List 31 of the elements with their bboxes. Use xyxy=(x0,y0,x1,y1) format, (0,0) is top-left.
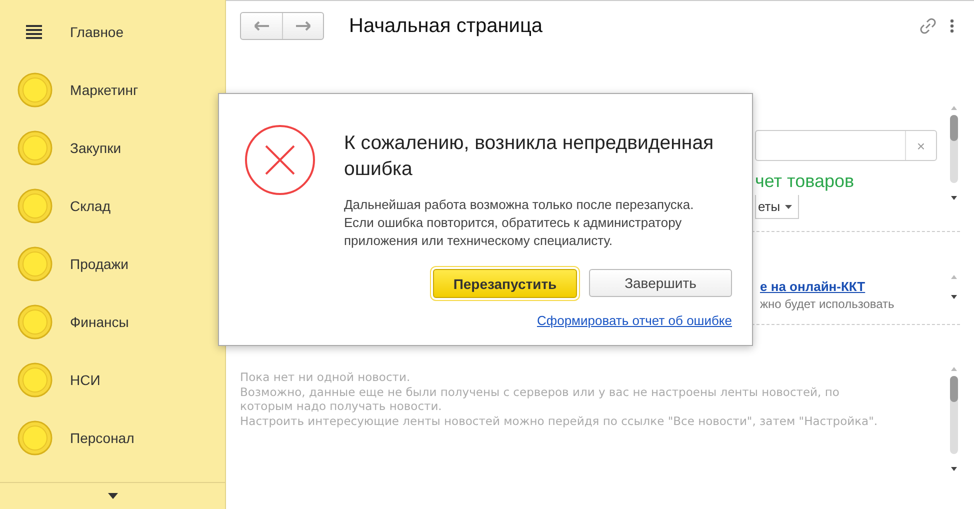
dialog-title: К сожалению, возникла непредвиденная ошибка xyxy=(344,131,715,182)
description-text: жно будет использовать xyxy=(760,297,896,311)
error-icon xyxy=(244,124,316,196)
caret-icon xyxy=(785,204,792,208)
sidebar-item[interactable]: НСИ xyxy=(0,351,225,409)
sidebar-item[interactable]: Закупки xyxy=(0,119,225,177)
sidebar-item[interactable]: Склад xyxy=(0,177,225,235)
sidebar-item[interactable]: Персонал xyxy=(0,409,225,467)
report-link[interactable]: Сформировать отчет об ошибке xyxy=(537,313,732,328)
finish-button[interactable]: Завершить xyxy=(589,269,732,297)
sidebar-item[interactable]: Продажи xyxy=(0,235,225,293)
section-icon xyxy=(17,420,53,456)
section-icon xyxy=(17,246,53,282)
left-arrow-icon xyxy=(254,21,270,31)
section-icon xyxy=(17,362,53,398)
dropdown-button[interactable]: еты xyxy=(755,195,800,219)
page-title: Начальная страница xyxy=(349,14,544,38)
sidebar-item[interactable]: Главное xyxy=(0,3,225,61)
sidebar-item[interactable]: Финансы xyxy=(0,293,225,351)
section-icon xyxy=(17,130,53,166)
dialog-message: Дальнейшая работа возможна только после перезапуска. Если ошибка повторится, обратитесь к администратору приложения или техническому специалисту. xyxy=(344,196,695,250)
news-message: Пока нет ни одной новости. Возможно, данные еще не были получены с серверов или у вас не настроены ленты новостей, по которым надо получать новости. Настроить интересующие ленты новостей можно перейдя по ссылке "Все новости", затем "Настройка". xyxy=(240,370,879,430)
sidebar-item[interactable]: Маркетинг xyxy=(0,61,225,119)
caret-icon xyxy=(108,493,118,499)
restart-button[interactable]: Перезапустить xyxy=(433,269,577,298)
right-arrow-icon xyxy=(295,21,311,31)
section-icon xyxy=(17,188,53,224)
section-title: чет товаров xyxy=(755,171,856,192)
link[interactable]: е на онлайн-ККТ xyxy=(760,279,952,294)
section-icon xyxy=(17,72,53,108)
section-icon xyxy=(17,304,53,340)
